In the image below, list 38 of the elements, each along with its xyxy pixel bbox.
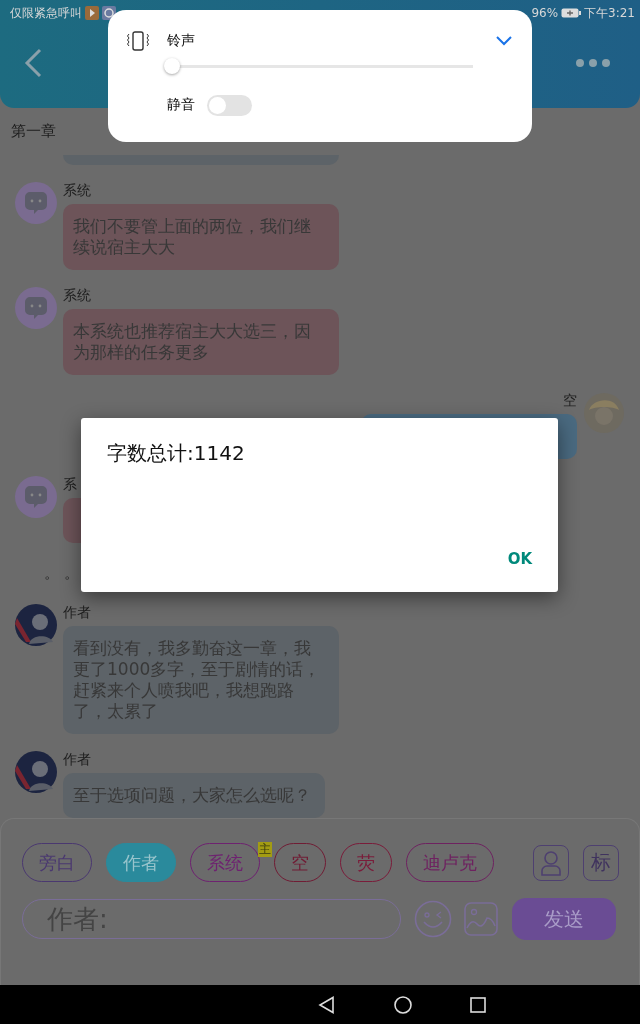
avatar-icon (15, 604, 57, 646)
chat-avatar-icon (15, 287, 57, 329)
recents-icon[interactable] (470, 996, 486, 1013)
ok-button[interactable]: OK (497, 544, 542, 574)
send-button[interactable]: 发送 (512, 898, 616, 940)
avatar-icon (15, 751, 57, 793)
sender-name: 系统 (63, 286, 91, 304)
carrier-text: 仅限紧急呼叫 (10, 4, 82, 22)
ellipsis-text: 。 。 (44, 564, 79, 582)
notification-icon (102, 6, 116, 20)
sender-name: 空 (563, 391, 577, 409)
notification-icon (85, 6, 99, 20)
sender-name: 作者 (63, 750, 91, 768)
vibrate-icon[interactable] (126, 31, 150, 51)
slider-thumb[interactable] (164, 58, 180, 74)
mute-label: 静音 (167, 96, 195, 114)
sender-name: 作者 (63, 603, 91, 621)
home-icon[interactable] (394, 995, 412, 1014)
more-icon[interactable] (576, 59, 610, 67)
dialog-title: 字数总计:1142 (107, 440, 245, 467)
chapter-title: 第一章 (11, 122, 56, 141)
role-chip[interactable]: 作者 (106, 843, 176, 882)
chevron-down-icon[interactable] (496, 36, 512, 46)
avatar-icon (583, 392, 625, 434)
tag-button[interactable]: 标 (583, 844, 619, 881)
chat-avatar-icon (15, 182, 57, 224)
person-button[interactable] (533, 844, 569, 881)
back-icon[interactable] (318, 995, 336, 1014)
clock-text: 下午3:21 (584, 4, 635, 22)
badge: 主 (258, 842, 272, 857)
mute-toggle[interactable] (207, 94, 252, 116)
battery-icon (561, 8, 582, 18)
person-icon (540, 849, 562, 876)
sender-name: 系 (63, 475, 77, 493)
volume-label: 铃声 (167, 32, 196, 50)
chat-avatar-icon (15, 476, 57, 518)
battery-percent: 96% (531, 6, 559, 20)
sender-name: 系统 (63, 181, 91, 199)
